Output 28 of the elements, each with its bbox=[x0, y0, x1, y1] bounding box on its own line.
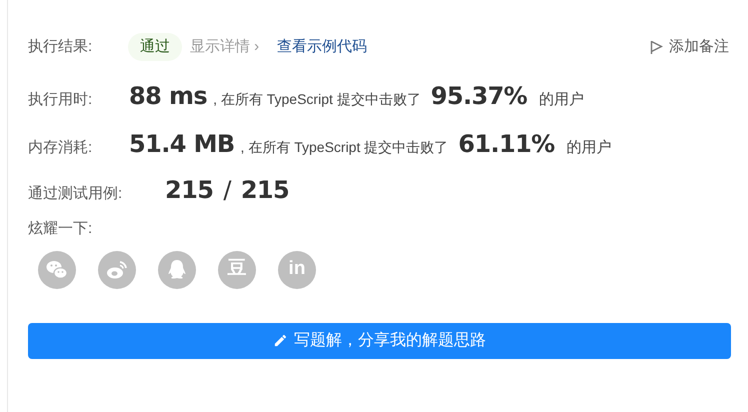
share-icon[interactable]: in bbox=[278, 250, 316, 288]
chat-bubbles-icon[interactable] bbox=[38, 250, 76, 288]
stat-text: 的用户 bbox=[539, 90, 584, 110]
stat-text: , 在所有 TypeScript 提交中击败了 bbox=[240, 138, 448, 157]
total-count: 215 bbox=[240, 175, 290, 206]
stat-value: 51.4 MB bbox=[129, 129, 235, 160]
add-note-button[interactable]: 添加备注 bbox=[650, 36, 729, 58]
percent-value: 95.37% bbox=[430, 81, 528, 112]
stat-text: 的用户 bbox=[566, 138, 612, 158]
sample-code-link[interactable]: 查看示例代码 bbox=[277, 36, 368, 58]
percent-value: 61.11% bbox=[458, 129, 555, 160]
write-solution-button[interactable]: 写题解，分享我的解题思路 bbox=[28, 322, 731, 358]
pencil-icon bbox=[273, 333, 288, 348]
status-badge: 通过 bbox=[128, 32, 182, 62]
flag-icon bbox=[650, 40, 663, 54]
row-label: 内存消耗: bbox=[28, 138, 94, 158]
row-label: 执行用时: bbox=[28, 90, 94, 110]
row-label: 通过测试用例: bbox=[28, 184, 124, 204]
stat-text: , 在所有 TypeScript 提交中击败了 bbox=[213, 90, 421, 109]
eye-signal-icon[interactable] bbox=[98, 250, 136, 288]
penguin-icon[interactable] bbox=[158, 250, 196, 288]
share-icon[interactable]: 豆 bbox=[218, 250, 256, 288]
row-label: 执行结果: bbox=[28, 36, 94, 57]
share-label: 炫耀一下: bbox=[28, 219, 94, 239]
stat-value: 88 ms bbox=[129, 81, 208, 112]
details-link[interactable]: 显示详情 › bbox=[190, 36, 260, 58]
separator: / bbox=[223, 175, 231, 206]
passed-count: 215 bbox=[165, 175, 214, 206]
